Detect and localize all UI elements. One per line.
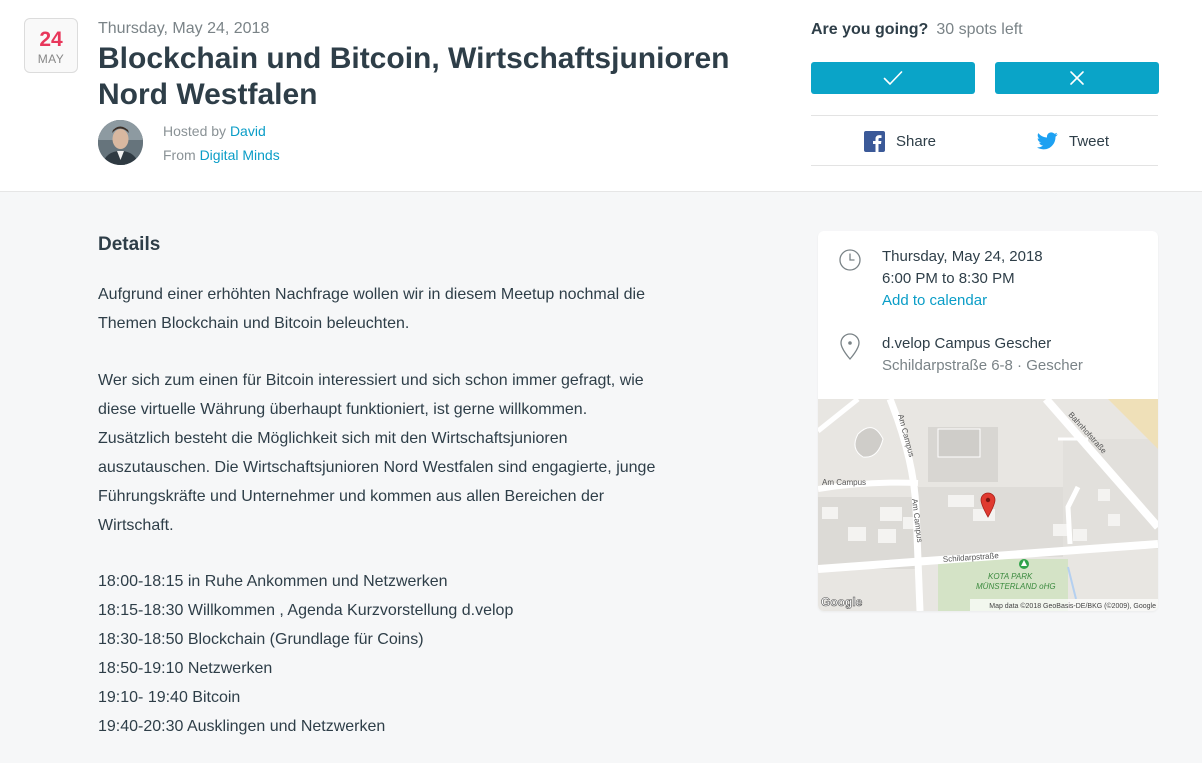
card-date: Thursday, May 24, 2018 [882, 248, 1043, 265]
rsvp-prompt: Are you going? 30 spots left [811, 21, 1023, 39]
map-label-am-campus-horizontal: Am Campus [822, 478, 866, 487]
location-pin-icon [840, 333, 860, 360]
description-paragraph-2: Wer sich zum einen für Bitcoin interessi… [98, 367, 738, 540]
description-line: Führungskräfte und Unternehmer und komme… [98, 487, 605, 505]
twitter-tweet-label: Tweet [1069, 132, 1110, 150]
agenda-item: 18:15-18:30 Willkommen , Agenda Kurzvors… [98, 601, 514, 619]
agenda-item: 18:30-18:50 Blockchain (Grundlage für Co… [98, 630, 424, 648]
facebook-share-button[interactable]: Share [864, 130, 936, 152]
description-line: Themen Blockchain und Bitcoin beleuchten… [98, 314, 410, 332]
location-map[interactable]: Am Campus Am Campus Am Campus Bahnhofstr… [818, 399, 1158, 611]
map-poi-line1: KOTA PARK [988, 572, 1033, 581]
description-line: diese virtuelle Währung überhaupt funkti… [98, 400, 588, 418]
description-line: Zusätzlich besteht die Möglichkeit sich … [98, 429, 568, 447]
group-name-link[interactable]: Digital Minds [200, 147, 280, 163]
twitter-tweet-button[interactable]: Tweet [1037, 130, 1109, 152]
close-icon [1070, 71, 1084, 85]
map-attribution: Map data ©2018 GeoBasis-DE/BKG (©2009), … [989, 602, 1156, 610]
description-line: Aufgrund einer erhöhten Nachfrage wollen… [98, 286, 645, 303]
agenda-item: 18:00-18:15 in Ruhe Ankommen und Netzwer… [98, 573, 448, 590]
host-avatar-image [98, 120, 143, 165]
event-info-card: Thursday, May 24, 2018 6:00 PM to 8:30 P… [818, 231, 1158, 611]
check-icon [883, 71, 903, 85]
agenda-item: 19:40-20:30 Ausklingen und Netzwerken [98, 717, 386, 735]
event-header: 24 MAY Thursday, May 24, 2018 Blockchain… [0, 0, 1202, 192]
clock-icon [839, 249, 861, 271]
description-paragraph-1: Aufgrund einer erhöhten Nachfrage wollen… [98, 281, 738, 339]
facebook-share-label: Share [896, 132, 937, 150]
group-line: From Digital Minds [163, 147, 280, 163]
venue-address: Schildarpstraße 6-8 · Gescher [882, 357, 1083, 374]
event-time-block: Thursday, May 24, 2018 6:00 PM to 8:30 P… [882, 246, 1043, 312]
share-divider-top [811, 115, 1158, 116]
add-to-calendar-link[interactable]: Add to calendar [882, 290, 1043, 312]
agenda-list: 18:00-18:15 in Ruhe Ankommen und Netzwer… [98, 568, 513, 741]
facebook-icon [864, 130, 885, 152]
spots-left: 30 spots left [936, 21, 1023, 38]
description-line: Wer sich zum einen für Bitcoin interessi… [98, 372, 644, 389]
event-date-line: Thursday, May 24, 2018 [98, 20, 270, 37]
date-badge: 24 MAY [24, 18, 78, 73]
host-name-link[interactable]: David [230, 123, 266, 139]
rsvp-question: Are you going? [811, 21, 929, 38]
rsvp-no-button[interactable] [995, 62, 1159, 94]
card-time: 6:00 PM to 8:30 PM [882, 270, 1015, 287]
hosted-by-line: Hosted by David [163, 123, 266, 139]
agenda-item: 18:50-19:10 Netzwerken [98, 659, 273, 677]
from-label: From [163, 147, 196, 163]
description-line: Wirtschaft. [98, 516, 174, 534]
google-logo: Google [821, 595, 863, 609]
event-title: Blockchain und Bitcoin, Wirtschaftsjunio… [98, 42, 730, 111]
twitter-icon [1037, 132, 1058, 150]
agenda-item: 19:10- 19:40 Bitcoin [98, 688, 241, 706]
details-heading: Details [98, 234, 161, 255]
rsvp-yes-button[interactable] [811, 62, 975, 94]
date-badge-month: MAY [37, 52, 65, 66]
host-avatar[interactable] [98, 120, 143, 165]
map-poi-line2: MÜNSTERLAND oHG [976, 582, 1056, 591]
share-divider-bottom [811, 165, 1158, 166]
venue-name[interactable]: d.velop Campus Gescher [882, 333, 1083, 355]
date-badge-day: 24 [39, 28, 63, 51]
hosted-by-label: Hosted by [163, 123, 227, 139]
description-line: auszutauschen. Die Wirtschaftsjunioren N… [98, 458, 656, 476]
event-location-block: d.velop Campus Gescher Schildarpstraße 6… [882, 333, 1083, 377]
